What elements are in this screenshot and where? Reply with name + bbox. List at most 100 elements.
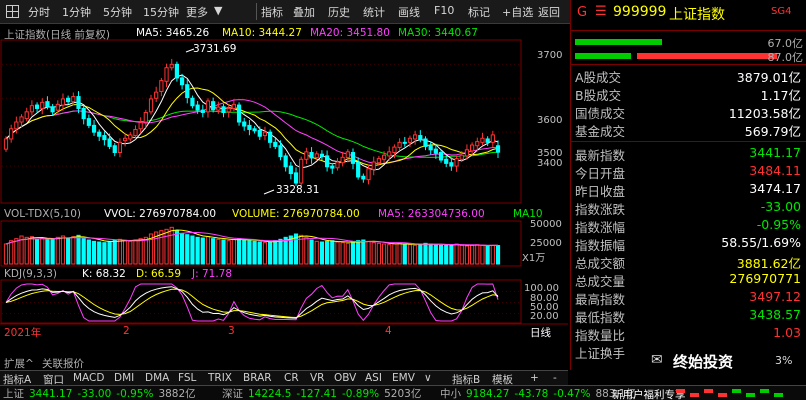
- candle-body: [356, 162, 361, 178]
- chevron-down-icon[interactable]: ∨: [424, 372, 432, 384]
- indicator-tab[interactable]: OBV: [334, 372, 356, 384]
- ticker-price: 14224.5: [248, 388, 292, 400]
- stat-value: 3438.57: [749, 307, 801, 322]
- news-ticker[interactable]: 新用户福利专享: [612, 387, 686, 400]
- volume-bar: [444, 244, 449, 265]
- candle-body: [179, 77, 185, 86]
- indicator-tab[interactable]: MACD: [73, 372, 104, 384]
- stat-label: 指数涨跌: [575, 202, 626, 217]
- overlay-button[interactable]: 叠加: [293, 4, 315, 20]
- draw-line-button[interactable]: 画线: [398, 4, 420, 20]
- history-button[interactable]: 历史: [328, 4, 350, 20]
- period-tab-15min[interactable]: 15分钟: [143, 4, 179, 20]
- stat-value: -33.00: [760, 199, 801, 214]
- volume-bar: [376, 242, 381, 265]
- volume-bar: [407, 244, 413, 265]
- mark-button[interactable]: 标记: [468, 4, 490, 20]
- volume-bar: [66, 237, 71, 265]
- stat-label: 指数涨幅: [575, 220, 626, 235]
- index-ticker-sh[interactable]: 上证 3441.17 -33.00 -0.95% 3882亿: [3, 386, 201, 400]
- volume-bar: [418, 243, 423, 265]
- volume-bar: [133, 239, 138, 265]
- volume-bar: [9, 240, 14, 265]
- expand-button[interactable]: 扩展^: [4, 356, 34, 371]
- stat-value: 3474.17: [749, 181, 801, 196]
- indicator-tab[interactable]: DMA: [145, 372, 169, 384]
- candle-body: [350, 152, 356, 164]
- indicator-tab[interactable]: DMI: [114, 372, 134, 384]
- candle-body: [133, 128, 138, 137]
- index-ticker-zx[interactable]: 中小 9184.27 -43.78 -0.47% 883.1亿: [440, 386, 641, 400]
- zoom-out-button[interactable]: -: [553, 372, 557, 384]
- chevron-down-icon[interactable]: ▼: [214, 4, 222, 17]
- index-ticker-sz[interactable]: 深证 14224.5 -127.41 -0.89% 5203亿: [222, 386, 426, 400]
- stats-button[interactable]: 统计: [363, 4, 385, 20]
- volume-legend: VOLUME: 276970784.00: [232, 208, 360, 220]
- ticker-chg: -33.00: [77, 388, 112, 400]
- period-tab-5min[interactable]: 5分钟: [103, 4, 132, 20]
- related-quote-button[interactable]: 关联报价: [42, 356, 84, 371]
- indicator-tab[interactable]: VR: [310, 372, 324, 384]
- candle-body: [423, 138, 428, 147]
- period-tab-more[interactable]: 更多: [186, 4, 208, 20]
- volume-bar: [200, 237, 205, 265]
- stat-value: -0.95%: [756, 217, 801, 232]
- candle-body: [392, 146, 397, 154]
- stat-row: 总成交额 3881.62亿: [575, 253, 801, 271]
- volume-bar: [387, 244, 392, 265]
- indicator-tab[interactable]: TRIX: [208, 372, 232, 384]
- volume-bar: [226, 240, 231, 265]
- kline-chart-area[interactable]: 上证指数(日线 前复权) MA5: 3465.26 MA10: 3444.27 …: [0, 24, 568, 370]
- stat-row: 指数涨幅 -0.95%: [575, 217, 801, 235]
- bar2-fill-green: [575, 53, 631, 59]
- candle-body: [221, 106, 226, 114]
- candle-body: [138, 122, 143, 130]
- volume-bar: [459, 244, 464, 265]
- grid-icon[interactable]: [6, 5, 19, 18]
- ticker-price: 3441.17: [29, 388, 73, 400]
- f10-button[interactable]: F10: [434, 4, 454, 17]
- volume-bar: [438, 244, 444, 265]
- turnover-row: 国债成交 11203.58亿: [575, 106, 801, 121]
- indicator-tab[interactable]: BRAR: [243, 372, 272, 384]
- period-label[interactable]: 日线: [530, 325, 551, 340]
- volume-bar: [123, 240, 128, 265]
- candle-body: [268, 131, 273, 143]
- price-chart-svg[interactable]: [0, 24, 568, 370]
- kdj-panel-frame: [0, 279, 522, 324]
- candle-body: [418, 135, 423, 141]
- period-tab-1min[interactable]: 1分钟: [62, 4, 91, 20]
- candle-body: [335, 161, 340, 169]
- period-tab-fenshi[interactable]: 分时: [28, 4, 50, 20]
- volume-bar: [55, 236, 60, 265]
- stat-row: 指数量比 1.03: [575, 325, 801, 343]
- ticker-chg: -43.78: [514, 388, 549, 400]
- volume-bar: [345, 242, 350, 265]
- volume-bar: [107, 240, 112, 265]
- volume-bar: [50, 238, 55, 265]
- candle-body: [480, 137, 485, 143]
- indicator-tab[interactable]: FSL: [178, 372, 196, 384]
- indicator-tab[interactable]: EMV: [392, 372, 415, 384]
- candle-body: [495, 145, 501, 153]
- candle-body: [413, 134, 418, 140]
- volume-bar: [490, 245, 495, 265]
- candle-body: [86, 118, 91, 126]
- ticker-name: 上证: [3, 388, 24, 400]
- stat-value: 276970771: [729, 271, 801, 286]
- back-button[interactable]: 返回: [538, 4, 560, 20]
- indicator-tab[interactable]: ASI: [365, 372, 382, 384]
- add-watchlist-button[interactable]: +自选: [502, 4, 533, 20]
- indicator-tab[interactable]: CR: [284, 372, 299, 384]
- volume-bar: [428, 243, 433, 265]
- volume-bar: [164, 228, 169, 265]
- stat-row: 最低指数 3438.57: [575, 307, 801, 325]
- volume-bar: [257, 241, 262, 265]
- candle-body: [190, 97, 195, 107]
- volume-bar: [469, 244, 475, 265]
- candle-body: [71, 96, 76, 103]
- menu-icon[interactable]: ☰: [595, 4, 607, 19]
- zoom-in-button[interactable]: +: [530, 372, 539, 384]
- volume-bar: [495, 245, 501, 265]
- indicator-button[interactable]: 指标: [261, 4, 283, 20]
